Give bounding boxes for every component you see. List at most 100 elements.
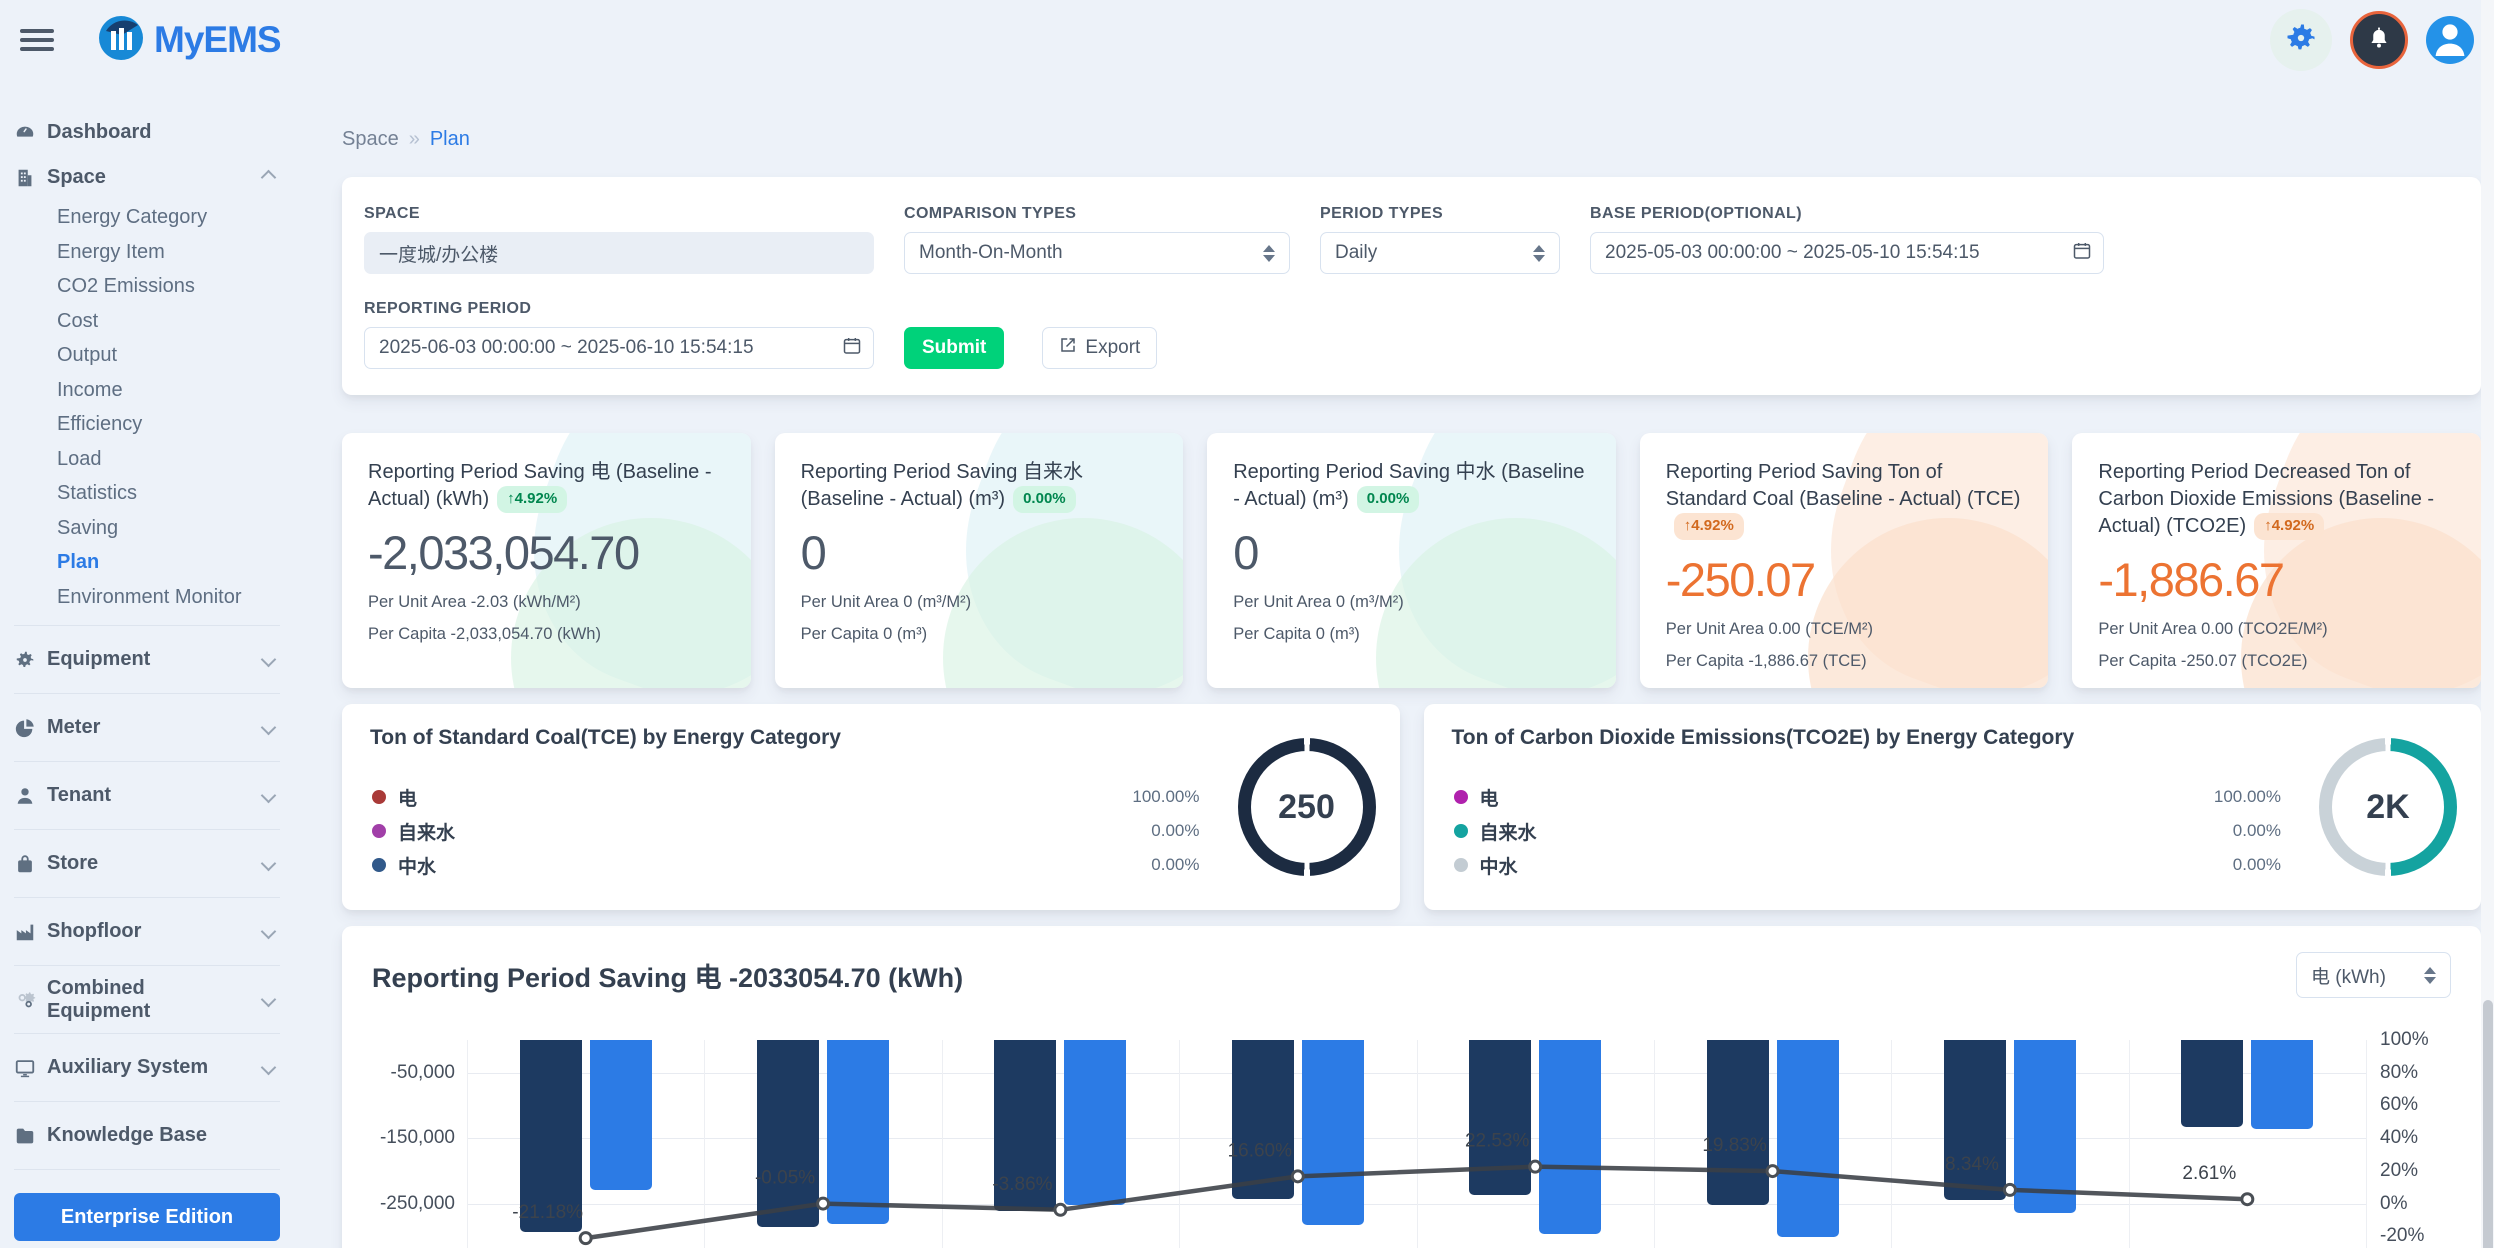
donut-chart[interactable]: 250 <box>1238 738 1376 876</box>
sidebar-divider <box>14 965 280 966</box>
sidebar-subitem-cost[interactable]: Cost <box>14 304 280 339</box>
donut-card-row: Ton of Standard Coal(TCE) by Energy Cate… <box>342 704 2481 910</box>
donut-legend: 电 自来水 中水 <box>1454 780 1537 882</box>
trend-point[interactable] <box>818 1198 829 1209</box>
sidebar-subitem-plan[interactable]: Plan <box>14 545 280 580</box>
trend-point[interactable] <box>1530 1161 1541 1172</box>
kpi-value: -2,033,054.70 <box>368 525 725 580</box>
chevron-down-icon <box>261 788 277 804</box>
sidebar-subitem-energy-item[interactable]: Energy Item <box>14 235 280 270</box>
sidebar-subitem-saving[interactable]: Saving <box>14 511 280 546</box>
sidebar-subitem-output[interactable]: Output <box>14 338 280 373</box>
sidebar-item-dashboard[interactable]: Dashboard <box>14 110 280 155</box>
myems-logo-icon <box>98 15 144 66</box>
legend-dot <box>372 790 386 804</box>
trend-point[interactable] <box>1767 1166 1778 1177</box>
main-content: Space»Plan SPACE COMPARISON TYPES Month-… <box>342 80 2481 1248</box>
sidebar-item-meter[interactable]: Meter <box>14 705 280 750</box>
sidebar-item-equipment[interactable]: Equipment <box>14 637 280 682</box>
monitor-icon <box>14 1057 36 1079</box>
sidebar-divider <box>14 1033 280 1034</box>
comparison-types-select[interactable]: Month-On-Month <box>904 232 1290 274</box>
breadcrumb-space[interactable]: Space <box>342 128 399 150</box>
bar-chart-plot[interactable]: -21.18%-0.05%-3.86%16.60%22.53%19.83%8.3… <box>467 1040 2366 1248</box>
legend-item[interactable]: 中水 <box>372 848 455 882</box>
query-form-card: SPACE COMPARISON TYPES Month-On-Month PE… <box>342 177 2481 395</box>
chevron-down-icon <box>261 992 277 1008</box>
trend-point[interactable] <box>2004 1184 2015 1195</box>
brand-logo[interactable]: MyEMS <box>98 15 281 66</box>
kpi-value: 0 <box>801 525 1158 580</box>
sidebar-subitem-statistics[interactable]: Statistics <box>14 476 280 511</box>
gear-icon <box>14 649 36 671</box>
export-button[interactable]: Export <box>1042 327 1157 369</box>
reporting-period-label: REPORTING PERIOD <box>364 300 874 318</box>
legend-item[interactable]: 自来水 <box>372 814 455 848</box>
notifications-button[interactable] <box>2350 11 2408 69</box>
sidebar-item-space[interactable]: Space <box>14 155 280 200</box>
scrollbar-thumb[interactable] <box>2483 1000 2493 1248</box>
kpi-badge: 0.00% <box>1013 486 1076 513</box>
space-input[interactable] <box>364 232 874 274</box>
calendar-icon[interactable] <box>842 336 862 361</box>
building-icon <box>14 167 36 189</box>
kpi-per-unit-area: Per Unit Area -2.03 (kWh/M²) <box>368 593 725 612</box>
hamburger-menu-icon[interactable] <box>20 29 54 51</box>
legend-item[interactable]: 电 <box>1454 780 1537 814</box>
legend-item[interactable]: 中水 <box>1454 848 1537 882</box>
sidebar-item-tenant[interactable]: Tenant <box>14 773 280 818</box>
legend-item[interactable]: 电 <box>372 780 455 814</box>
scrollbar-track[interactable] <box>2481 0 2494 1248</box>
sidebar-item-combined-equipment[interactable]: Combined Equipment <box>14 977 280 1022</box>
kpi-per-capita: Per Capita 0 (m³) <box>801 625 1158 644</box>
unit-select-value: 电 (kWh) <box>2311 962 2386 989</box>
percent-axis-label: 80% <box>2380 1062 2418 1084</box>
sidebar-subitem-income[interactable]: Income <box>14 373 280 408</box>
trend-point[interactable] <box>1292 1171 1303 1182</box>
kpi-badge: ↑4.92% <box>1674 513 1744 540</box>
donut-values: 100.00% 0.00% 0.00% <box>1080 780 1200 882</box>
period-types-select[interactable]: Daily <box>1320 232 1560 274</box>
right-y-axis: 100%80%60%40%20%0%-20% <box>2366 1040 2451 1248</box>
breadcrumb-plan[interactable]: Plan <box>430 128 470 150</box>
export-icon <box>1059 336 1077 360</box>
trend-point[interactable] <box>2242 1194 2253 1205</box>
calendar-icon[interactable] <box>2072 241 2092 266</box>
trend-line-layer: -21.18%-0.05%-3.86%16.60%22.53%19.83%8.3… <box>467 1040 2366 1248</box>
chart-area: -50,000-150,000-250,000 -21.18%-0.05%-3.… <box>372 1040 2451 1248</box>
tco2e-by-category-card: Ton of Carbon Dioxide Emissions(TCO2E) b… <box>1424 704 2482 910</box>
trend-point[interactable] <box>580 1233 591 1244</box>
sidebar-item-auxiliary-system[interactable]: Auxiliary System <box>14 1045 280 1090</box>
base-period-input[interactable] <box>1590 232 2104 274</box>
sidebar-subitem-energy-category[interactable]: Energy Category <box>14 200 280 235</box>
sidebar-subitem-environment-monitor[interactable]: Environment Monitor <box>14 580 280 615</box>
submit-button[interactable]: Submit <box>904 327 1004 369</box>
sidebar-item-shopfloor[interactable]: Shopfloor <box>14 909 280 954</box>
reporting-period-input[interactable] <box>364 327 874 369</box>
pie-chart-icon <box>14 717 36 739</box>
enterprise-edition-button[interactable]: Enterprise Edition <box>14 1193 280 1241</box>
brand-name: MyEMS <box>154 19 281 61</box>
export-label: Export <box>1085 337 1140 359</box>
sidebar-subitem-load[interactable]: Load <box>14 442 280 477</box>
trend-line[interactable] <box>586 1167 2248 1238</box>
legend-value: 0.00% <box>1080 848 1200 882</box>
sidebar-subitem-co2-emissions[interactable]: CO2 Emissions <box>14 269 280 304</box>
legend-item[interactable]: 自来水 <box>1454 814 1537 848</box>
sidebar-item-label: Equipment <box>47 648 150 671</box>
legend-dot <box>1454 824 1468 838</box>
sidebar-item-store[interactable]: Store <box>14 841 280 886</box>
unit-select[interactable]: 电 (kWh) <box>2296 952 2451 998</box>
settings-button[interactable] <box>2270 9 2332 71</box>
sidebar-subitem-efficiency[interactable]: Efficiency <box>14 407 280 442</box>
user-avatar[interactable] <box>2426 16 2474 64</box>
sidebar-divider <box>14 1101 280 1102</box>
sidebar-item-label: Space <box>47 166 106 189</box>
legend-dot <box>372 824 386 838</box>
donut-chart[interactable]: 2K <box>2319 738 2457 876</box>
sidebar-item-label: Tenant <box>47 784 111 807</box>
trend-point[interactable] <box>1055 1204 1066 1215</box>
sidebar-item-knowledge-base[interactable]: Knowledge Base <box>14 1113 280 1158</box>
kpi-value: -250.07 <box>1666 552 2023 607</box>
base-period-label: BASE PERIOD(OPTIONAL) <box>1590 205 2104 223</box>
